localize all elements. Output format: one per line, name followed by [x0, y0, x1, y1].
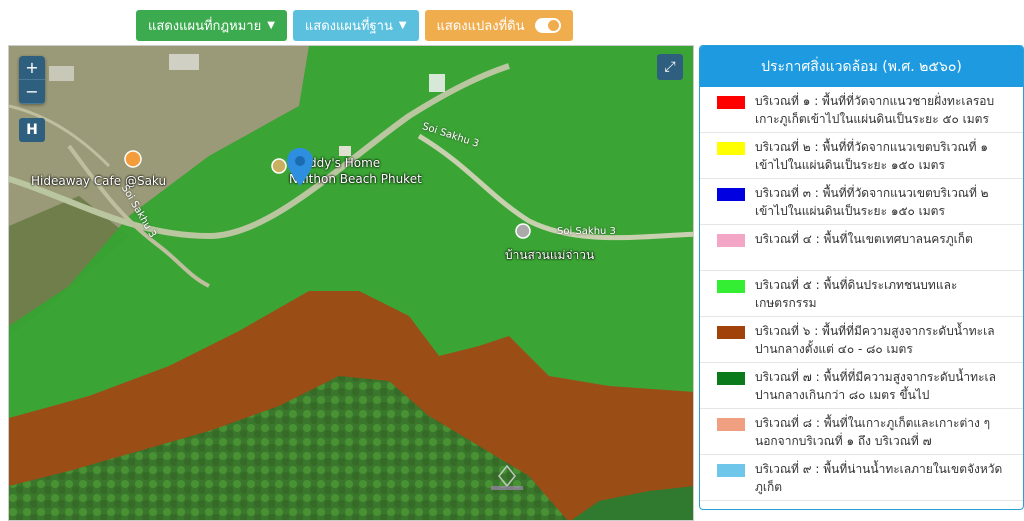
legend-swatch — [717, 96, 745, 109]
legend-item-text: บริเวณที่ ๓ : พื้นที่ที่วัดจากแนวเขตบริเ… — [755, 186, 989, 218]
zoom-control: + − — [19, 56, 45, 104]
legend-swatch — [717, 372, 745, 385]
building — [49, 66, 74, 81]
building — [339, 146, 351, 156]
legend-list: บริเวณที่ ๑ : พื้นที่ที่วัดจากแนวชายฝั่ง… — [700, 87, 1023, 501]
legend-item-text: บริเวณที่ ๖ : พื้นที่ที่มีความสูงจากระดั… — [755, 324, 995, 356]
legend-item: บริเวณที่ ๔ : พื้นที่ในเขตเทศบาลนครภูเก็… — [700, 225, 1023, 271]
legend-swatch — [717, 234, 745, 247]
legend-item-text: บริเวณที่ ๕ : พื้นที่ดินประเภทชนบทและเกษ… — [755, 278, 958, 310]
toggle-switch[interactable] — [534, 18, 561, 33]
legend-swatch — [717, 418, 745, 431]
legend-swatch — [717, 280, 745, 293]
building — [429, 74, 445, 92]
legend-item-text: บริเวณที่ ๙ : พื้นที่น่านน้ำทะเลภายในเขต… — [755, 462, 1003, 494]
building — [169, 54, 199, 70]
village-label: บ้านสวนแม่จ่าวน — [505, 248, 595, 262]
zoom-out-button[interactable]: − — [19, 80, 45, 104]
place-marker-icon[interactable] — [271, 158, 287, 174]
chevron-down-icon: ▼ — [398, 20, 407, 31]
legend-item: บริเวณที่ ๙ : พื้นที่น่านน้ำทะเลภายในเขต… — [700, 455, 1023, 501]
map-view[interactable]: + − H ⤢ Hideaway Cafe @Saku ddy's Home N… — [8, 45, 694, 521]
show-legal-map-button[interactable]: แสดงแผนที่กฎหมาย ▼ — [136, 10, 287, 41]
legend-item: บริเวณที่ ๑ : พื้นที่ที่วัดจากแนวชายฝั่ง… — [700, 87, 1023, 133]
legend-title: ประกาศสิ่งแวดล้อม (พ.ศ. ๒๕๖๐) — [700, 46, 1023, 87]
legend-item: บริเวณที่ ๖ : พื้นที่ที่มีความสูงจากระดั… — [700, 317, 1023, 363]
show-base-map-button[interactable]: แสดงแผนที่ฐาน ▼ — [292, 10, 419, 41]
legend-item-text: บริเวณที่ ๔ : พื้นที่ในเขตเทศบาลนครภูเก็… — [755, 232, 973, 246]
road-label: Soi Sakhu 3 — [557, 226, 616, 237]
legend-panel: ประกาศสิ่งแวดล้อม (พ.ศ. ๒๕๖๐) บริเวณที่ … — [699, 45, 1024, 510]
show-land-parcel-toggle[interactable]: แสดงแปลงที่ดิน — [424, 10, 573, 41]
legend-swatch — [717, 326, 745, 339]
home-button[interactable]: H — [19, 118, 45, 142]
fullscreen-icon[interactable]: ⤢ — [657, 54, 683, 80]
legend-item: บริเวณที่ ๗ : พื้นที่ที่มีความสูงจากระดั… — [700, 363, 1023, 409]
zoom-in-button[interactable]: + — [19, 56, 45, 80]
show-land-parcel-label: แสดงแปลงที่ดิน — [436, 19, 525, 34]
legend-item: บริเวณที่ ๓ : พื้นที่ที่วัดจากแนวเขตบริเ… — [700, 179, 1023, 225]
legend-swatch — [717, 464, 745, 477]
village-marker-icon[interactable] — [515, 223, 531, 239]
cafe-marker-icon[interactable] — [124, 150, 142, 168]
cafe-label: Hideaway Cafe @Saku — [31, 174, 167, 188]
legend-item-text: บริเวณที่ ๑ : พื้นที่ที่วัดจากแนวชายฝั่ง… — [755, 94, 995, 126]
legend-item: บริเวณที่ ๒ : พื้นที่ที่วัดจากแนวเขตบริเ… — [700, 133, 1023, 179]
legend-item-text: บริเวณที่ ๘ : พื้นที่ในเกาะภูเก็ตและเกาะ… — [755, 416, 991, 448]
home-label-line1: ddy's Home — [309, 156, 381, 170]
legend-item-text: บริเวณที่ ๗ : พื้นที่ที่มีความสูงจากระดั… — [755, 370, 996, 402]
legend-swatch — [717, 188, 745, 201]
toolbar: แสดงแผนที่กฎหมาย ▼ แสดงแผนที่ฐาน ▼ แสดงแ… — [136, 10, 573, 41]
legend-item: บริเวณที่ ๕ : พื้นที่ดินประเภทชนบทและเกษ… — [700, 271, 1023, 317]
chevron-down-icon: ▼ — [267, 20, 275, 31]
legend-swatch — [717, 142, 745, 155]
show-legal-map-label: แสดงแผนที่กฎหมาย — [148, 19, 262, 34]
legend-item: บริเวณที่ ๘ : พื้นที่ในเกาะภูเก็ตและเกาะ… — [700, 409, 1023, 455]
show-base-map-label: แสดงแผนที่ฐาน — [304, 19, 393, 34]
map-canvas — [9, 46, 693, 520]
legend-item-text: บริเวณที่ ๒ : พื้นที่ที่วัดจากแนวเขตบริเ… — [755, 140, 988, 172]
